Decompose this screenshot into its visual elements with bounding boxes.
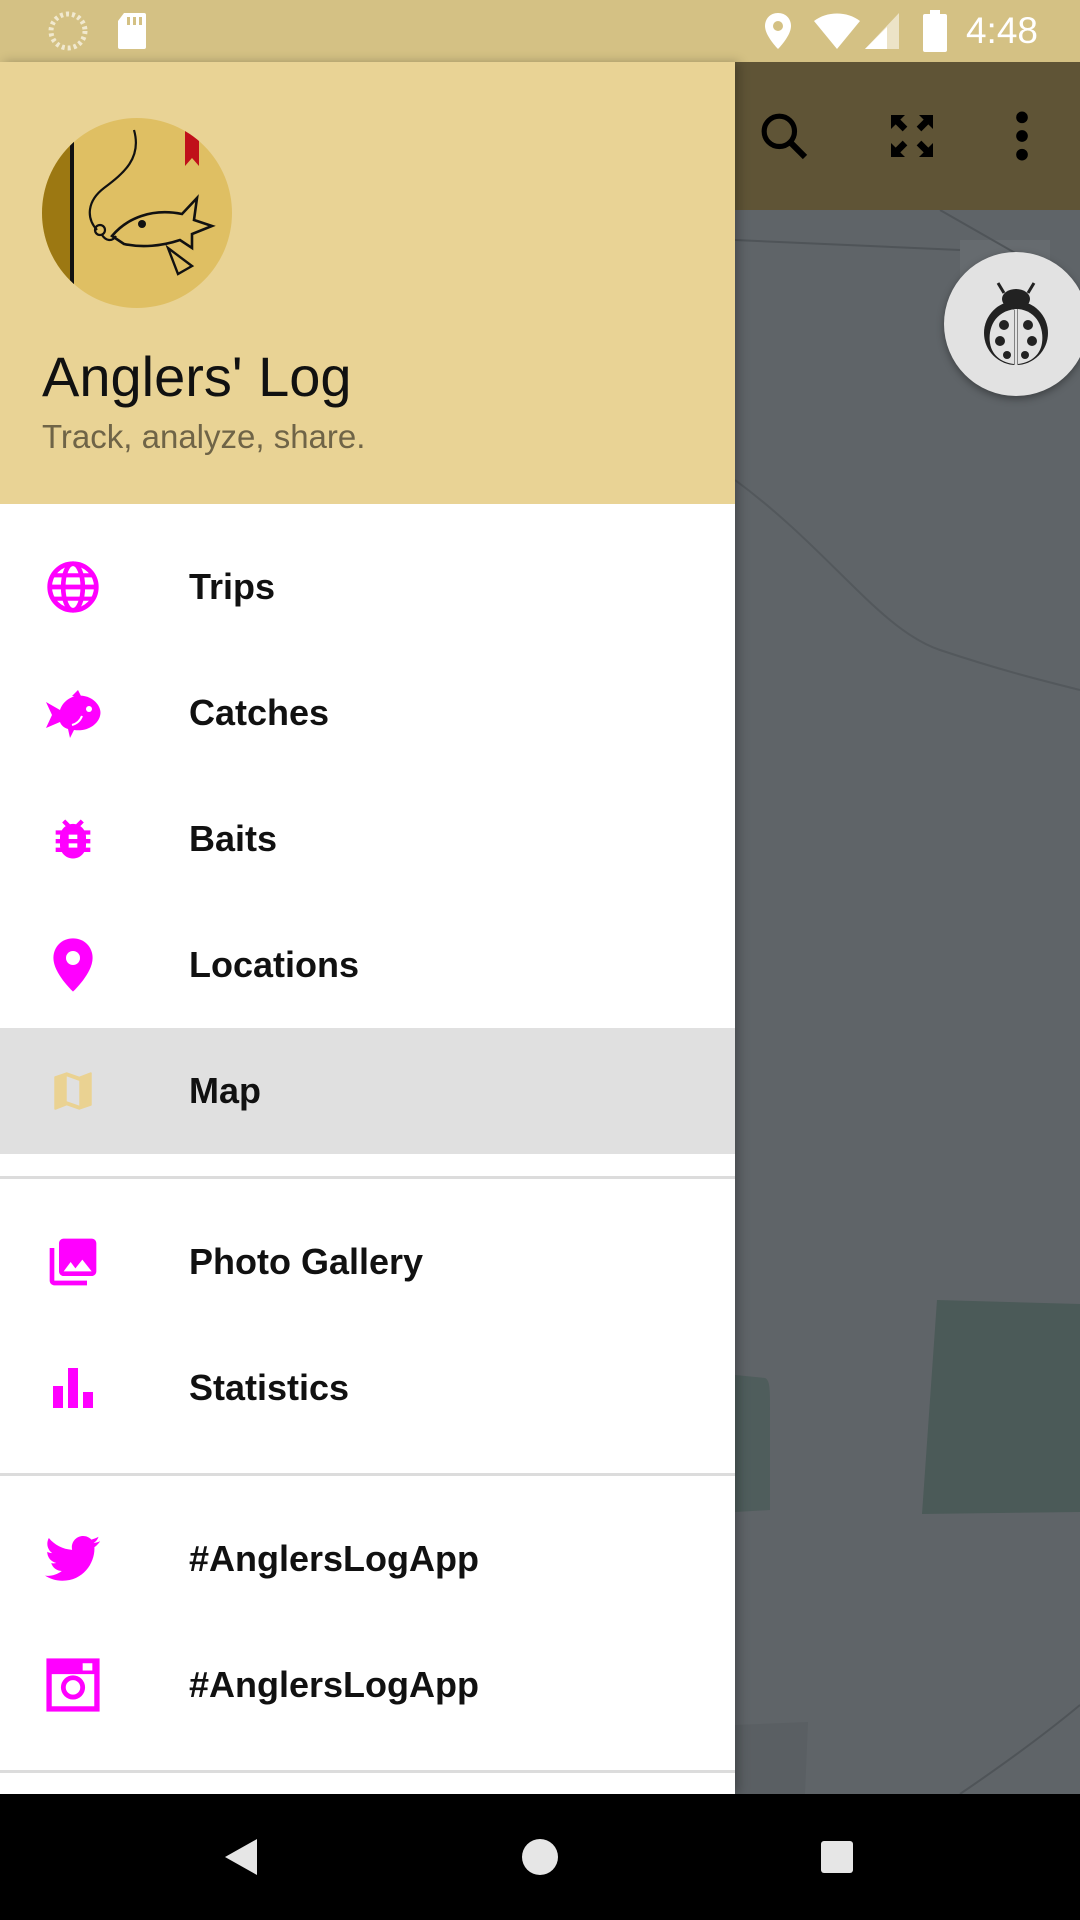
more-vert-icon[interactable] [968,82,1076,190]
divider [0,1770,735,1773]
menu-item-label: #AnglersLogApp [189,1664,480,1705]
system-nav-bar [0,1794,1080,1920]
bar-chart-icon [42,1357,104,1419]
fullscreen-icon[interactable] [858,82,966,190]
signal-icon [862,0,902,62]
menu-item-map[interactable]: Map [0,1028,735,1154]
menu-item-label: Locations [189,944,360,985]
menu-item-twitter[interactable]: #AnglersLogApp [0,1496,735,1622]
menu-item-label: Catches [189,692,330,733]
photo-gallery-icon [42,1231,104,1293]
twitter-icon [42,1528,104,1590]
drawer-header: Anglers' Log Track, analyze, share. [0,62,735,504]
wifi-icon [810,0,864,62]
location-icon [760,0,796,62]
menu-item-trips[interactable]: Trips [0,524,735,650]
menu-item-baits[interactable]: Baits [0,776,735,902]
globe-icon [42,556,104,618]
menu-item-photo-gallery[interactable]: Photo Gallery [0,1199,735,1325]
app-logo [42,118,232,308]
battery-icon [920,0,950,62]
status-time: 4:48 [965,10,1038,51]
app-subtitle: Track, analyze, share. [42,418,366,455]
loading-icon [46,0,90,62]
instagram-icon [42,1654,104,1716]
location-pin-icon [42,934,104,996]
menu-item-instagram[interactable]: #AnglersLogApp [0,1622,735,1748]
map-icon [42,1060,104,1122]
menu-item-locations[interactable]: Locations [0,902,735,1028]
menu-item-label: Trips [189,566,276,607]
back-icon[interactable] [203,1819,279,1895]
bug-icon [42,808,104,870]
menu-item-statistics[interactable]: Statistics [0,1325,735,1451]
app-title: Anglers' Log [42,345,352,408]
menu-item-label: Baits [189,818,278,859]
menu-item-label: #AnglersLogApp [189,1538,480,1579]
ladybug-icon [984,282,1048,365]
search-icon[interactable] [730,82,838,190]
bug-report-button[interactable] [944,252,1080,396]
menu-item-label: Photo Gallery [189,1241,424,1282]
menu-item-label: Map [189,1070,261,1111]
divider [0,1473,735,1476]
navigation-drawer: Anglers' Log Track, analyze, share. Trip… [0,62,735,1794]
fish-icon [42,682,104,744]
menu-item-catches[interactable]: Catches [0,650,735,776]
divider [0,1176,735,1179]
sd-card-icon [112,0,152,62]
home-icon[interactable] [502,1819,578,1895]
status-bar: 4:48 [0,0,1080,62]
recents-icon[interactable] [799,1819,875,1895]
menu-item-label: Statistics [189,1367,350,1408]
